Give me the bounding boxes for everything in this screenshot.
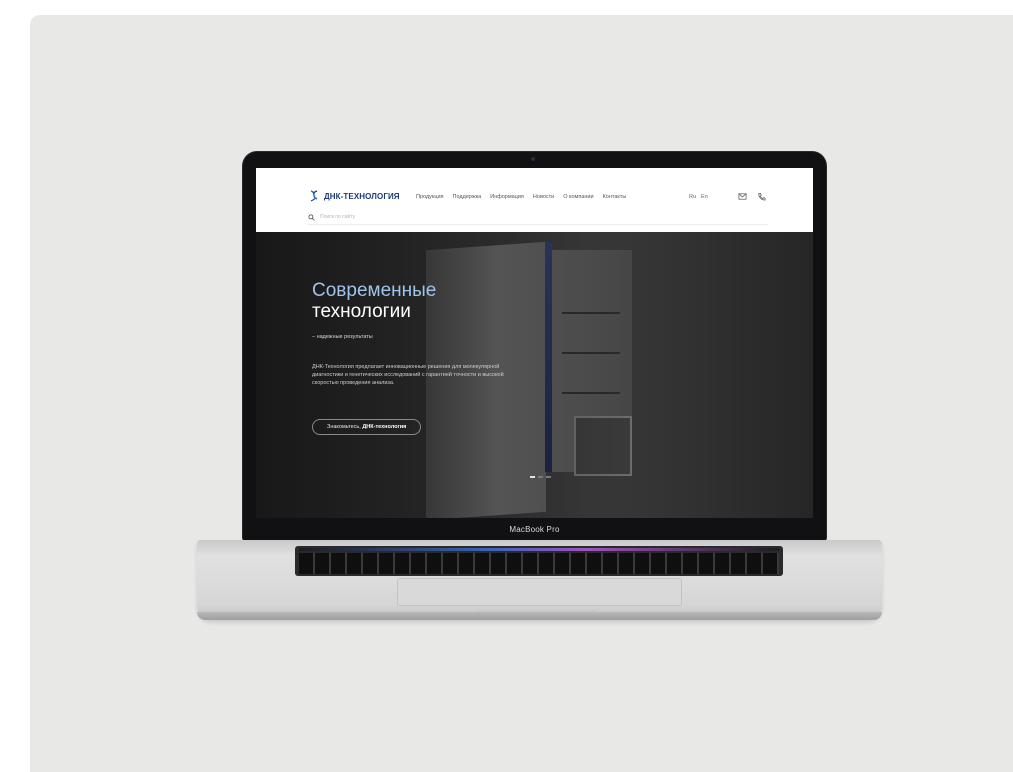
nav-item-support[interactable]: Поддержка	[453, 194, 482, 200]
slider-dot[interactable]	[546, 476, 551, 478]
nav-item-products[interactable]: Продукция	[416, 194, 444, 200]
nav-item-about[interactable]: О компании	[563, 194, 593, 200]
slider-dot[interactable]	[530, 476, 535, 478]
nav-item-information[interactable]: Информация	[490, 194, 524, 200]
learn-more-button[interactable]: Знакомьтесь, ДНК-технология	[312, 419, 422, 435]
base-lip	[197, 612, 882, 620]
lang-ru[interactable]: Ru	[689, 194, 696, 200]
site-header: ДНК-ТЕХНОЛОГИЯ Продукция Поддержка Инфор…	[256, 168, 813, 232]
keyboard-keys	[299, 553, 779, 574]
nav-item-contacts[interactable]: Контакты	[603, 194, 627, 200]
hero-description: ДНК-Технология предлагает инновационные …	[312, 364, 504, 386]
search-icon[interactable]	[308, 213, 315, 221]
hero-title-accent: Современные	[312, 280, 437, 301]
keyboard	[295, 546, 783, 576]
hero-banner: Современные технологии – надежные резуль…	[256, 232, 813, 518]
hero-title: Современные технологии	[312, 280, 552, 322]
slider-dot[interactable]	[538, 476, 543, 478]
touch-bar	[299, 548, 779, 551]
mail-icon[interactable]	[738, 192, 747, 201]
main-nav: Продукция Поддержка Информация Новости О…	[416, 194, 626, 200]
slider-pagination	[530, 476, 551, 478]
hero-subtitle: – надежные результаты	[312, 334, 373, 340]
search-input[interactable]	[320, 213, 520, 221]
logo-text: ДНК-ТЕХНОЛОГИЯ	[324, 191, 400, 201]
dna-logo-icon	[310, 190, 318, 202]
webcam	[531, 157, 535, 161]
hero-title-main: технологии	[312, 301, 411, 322]
device-label: MacBook Pro	[509, 525, 560, 534]
laptop-lid: ДНК-ТЕХНОЛОГИЯ Продукция Поддержка Инфор…	[243, 152, 826, 540]
laptop-base	[197, 540, 882, 620]
language-switcher: Ru En	[689, 194, 708, 200]
lang-en[interactable]: En	[701, 194, 708, 200]
laptop-screen: ДНК-ТЕХНОЛОГИЯ Продукция Поддержка Инфор…	[256, 168, 813, 518]
trackpad	[397, 578, 682, 606]
cta-prefix: Знакомьтесь,	[327, 424, 361, 430]
search-bar	[308, 212, 768, 222]
site-logo[interactable]: ДНК-ТЕХНОЛОГИЯ	[308, 190, 400, 202]
header-divider	[308, 224, 768, 225]
nav-item-news[interactable]: Новости	[533, 194, 554, 200]
cta-brand: ДНК-технология	[362, 424, 407, 430]
phone-icon[interactable]	[757, 192, 766, 201]
